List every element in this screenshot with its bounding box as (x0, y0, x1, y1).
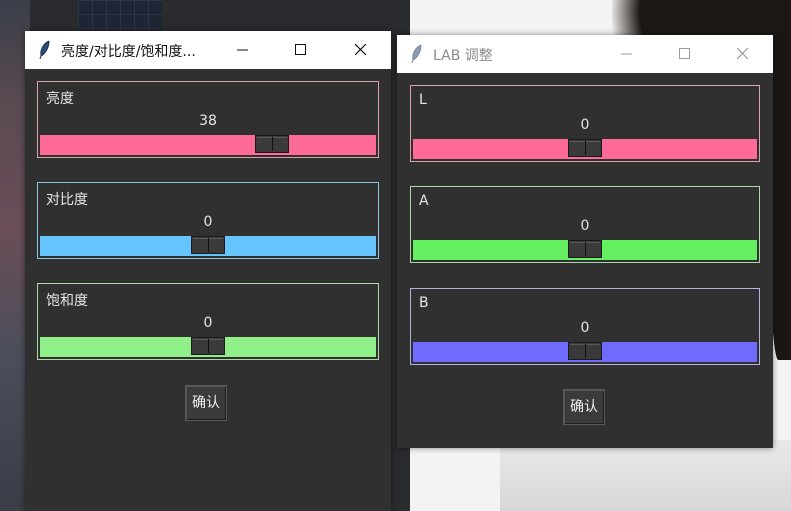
a-label: A (419, 193, 429, 209)
a-slider[interactable] (413, 240, 757, 260)
saturation-label: 饱和度 (46, 293, 88, 309)
l-slider[interactable] (413, 139, 757, 159)
maximize-button[interactable] (281, 34, 321, 66)
minimize-button[interactable] (607, 38, 647, 70)
minimize-button[interactable] (223, 34, 263, 66)
feather-icon (411, 44, 422, 64)
contrast-value: 0 (203, 214, 213, 230)
feather-icon (39, 40, 50, 60)
l-value: 0 (580, 117, 590, 133)
saturation-group: 饱和度 0 (37, 283, 379, 360)
saturation-slider-thumb[interactable] (191, 337, 225, 355)
window-title: LAB 调整 (433, 48, 493, 64)
l-slider-thumb[interactable] (568, 139, 602, 157)
b-value: 0 (580, 320, 590, 336)
a-slider-thumb[interactable] (568, 240, 602, 258)
brightness-slider[interactable] (40, 135, 376, 155)
confirm-button[interactable]: 确认 (563, 389, 605, 425)
background-grid (78, 0, 162, 32)
brightness-label: 亮度 (46, 91, 74, 107)
maximize-icon (295, 44, 306, 55)
brightness-slider-thumb[interactable] (255, 135, 289, 153)
close-icon (737, 48, 749, 60)
b-label: B (419, 295, 429, 311)
window-lab-adjust: LAB 调整 L 0 A 0 B 0 确认 (397, 35, 773, 448)
close-button[interactable] (341, 34, 381, 66)
a-group: A 0 (410, 186, 760, 263)
photo-sweater (500, 440, 791, 511)
l-group: L 0 (410, 85, 760, 162)
b-slider[interactable] (413, 342, 757, 362)
contrast-group: 对比度 0 (37, 182, 379, 259)
title-bar[interactable]: 亮度/对比度/饱和度... (25, 31, 391, 69)
saturation-value: 0 (203, 315, 213, 331)
maximize-button[interactable] (665, 38, 705, 70)
minimize-icon (621, 53, 632, 55)
b-slider-thumb[interactable] (568, 342, 602, 360)
window-title: 亮度/对比度/饱和度... (61, 44, 196, 60)
brightness-value: 38 (199, 113, 217, 129)
maximize-icon (679, 48, 690, 59)
close-button[interactable] (723, 38, 763, 70)
minimize-icon (237, 49, 248, 51)
saturation-slider[interactable] (40, 337, 376, 357)
confirm-button[interactable]: 确认 (185, 385, 227, 421)
a-value: 0 (580, 218, 590, 234)
brightness-group: 亮度 38 (37, 81, 379, 158)
close-icon (355, 44, 367, 56)
contrast-slider-thumb[interactable] (191, 236, 225, 254)
contrast-slider[interactable] (40, 236, 376, 256)
window-brightness-contrast-saturation: 亮度/对比度/饱和度... 亮度 38 对比度 0 饱和度 0 确认 (25, 31, 391, 511)
contrast-label: 对比度 (46, 192, 88, 208)
b-group: B 0 (410, 288, 760, 365)
photo-hair-side (770, 60, 791, 360)
title-bar[interactable]: LAB 调整 (397, 35, 773, 73)
l-label: L (419, 92, 427, 108)
